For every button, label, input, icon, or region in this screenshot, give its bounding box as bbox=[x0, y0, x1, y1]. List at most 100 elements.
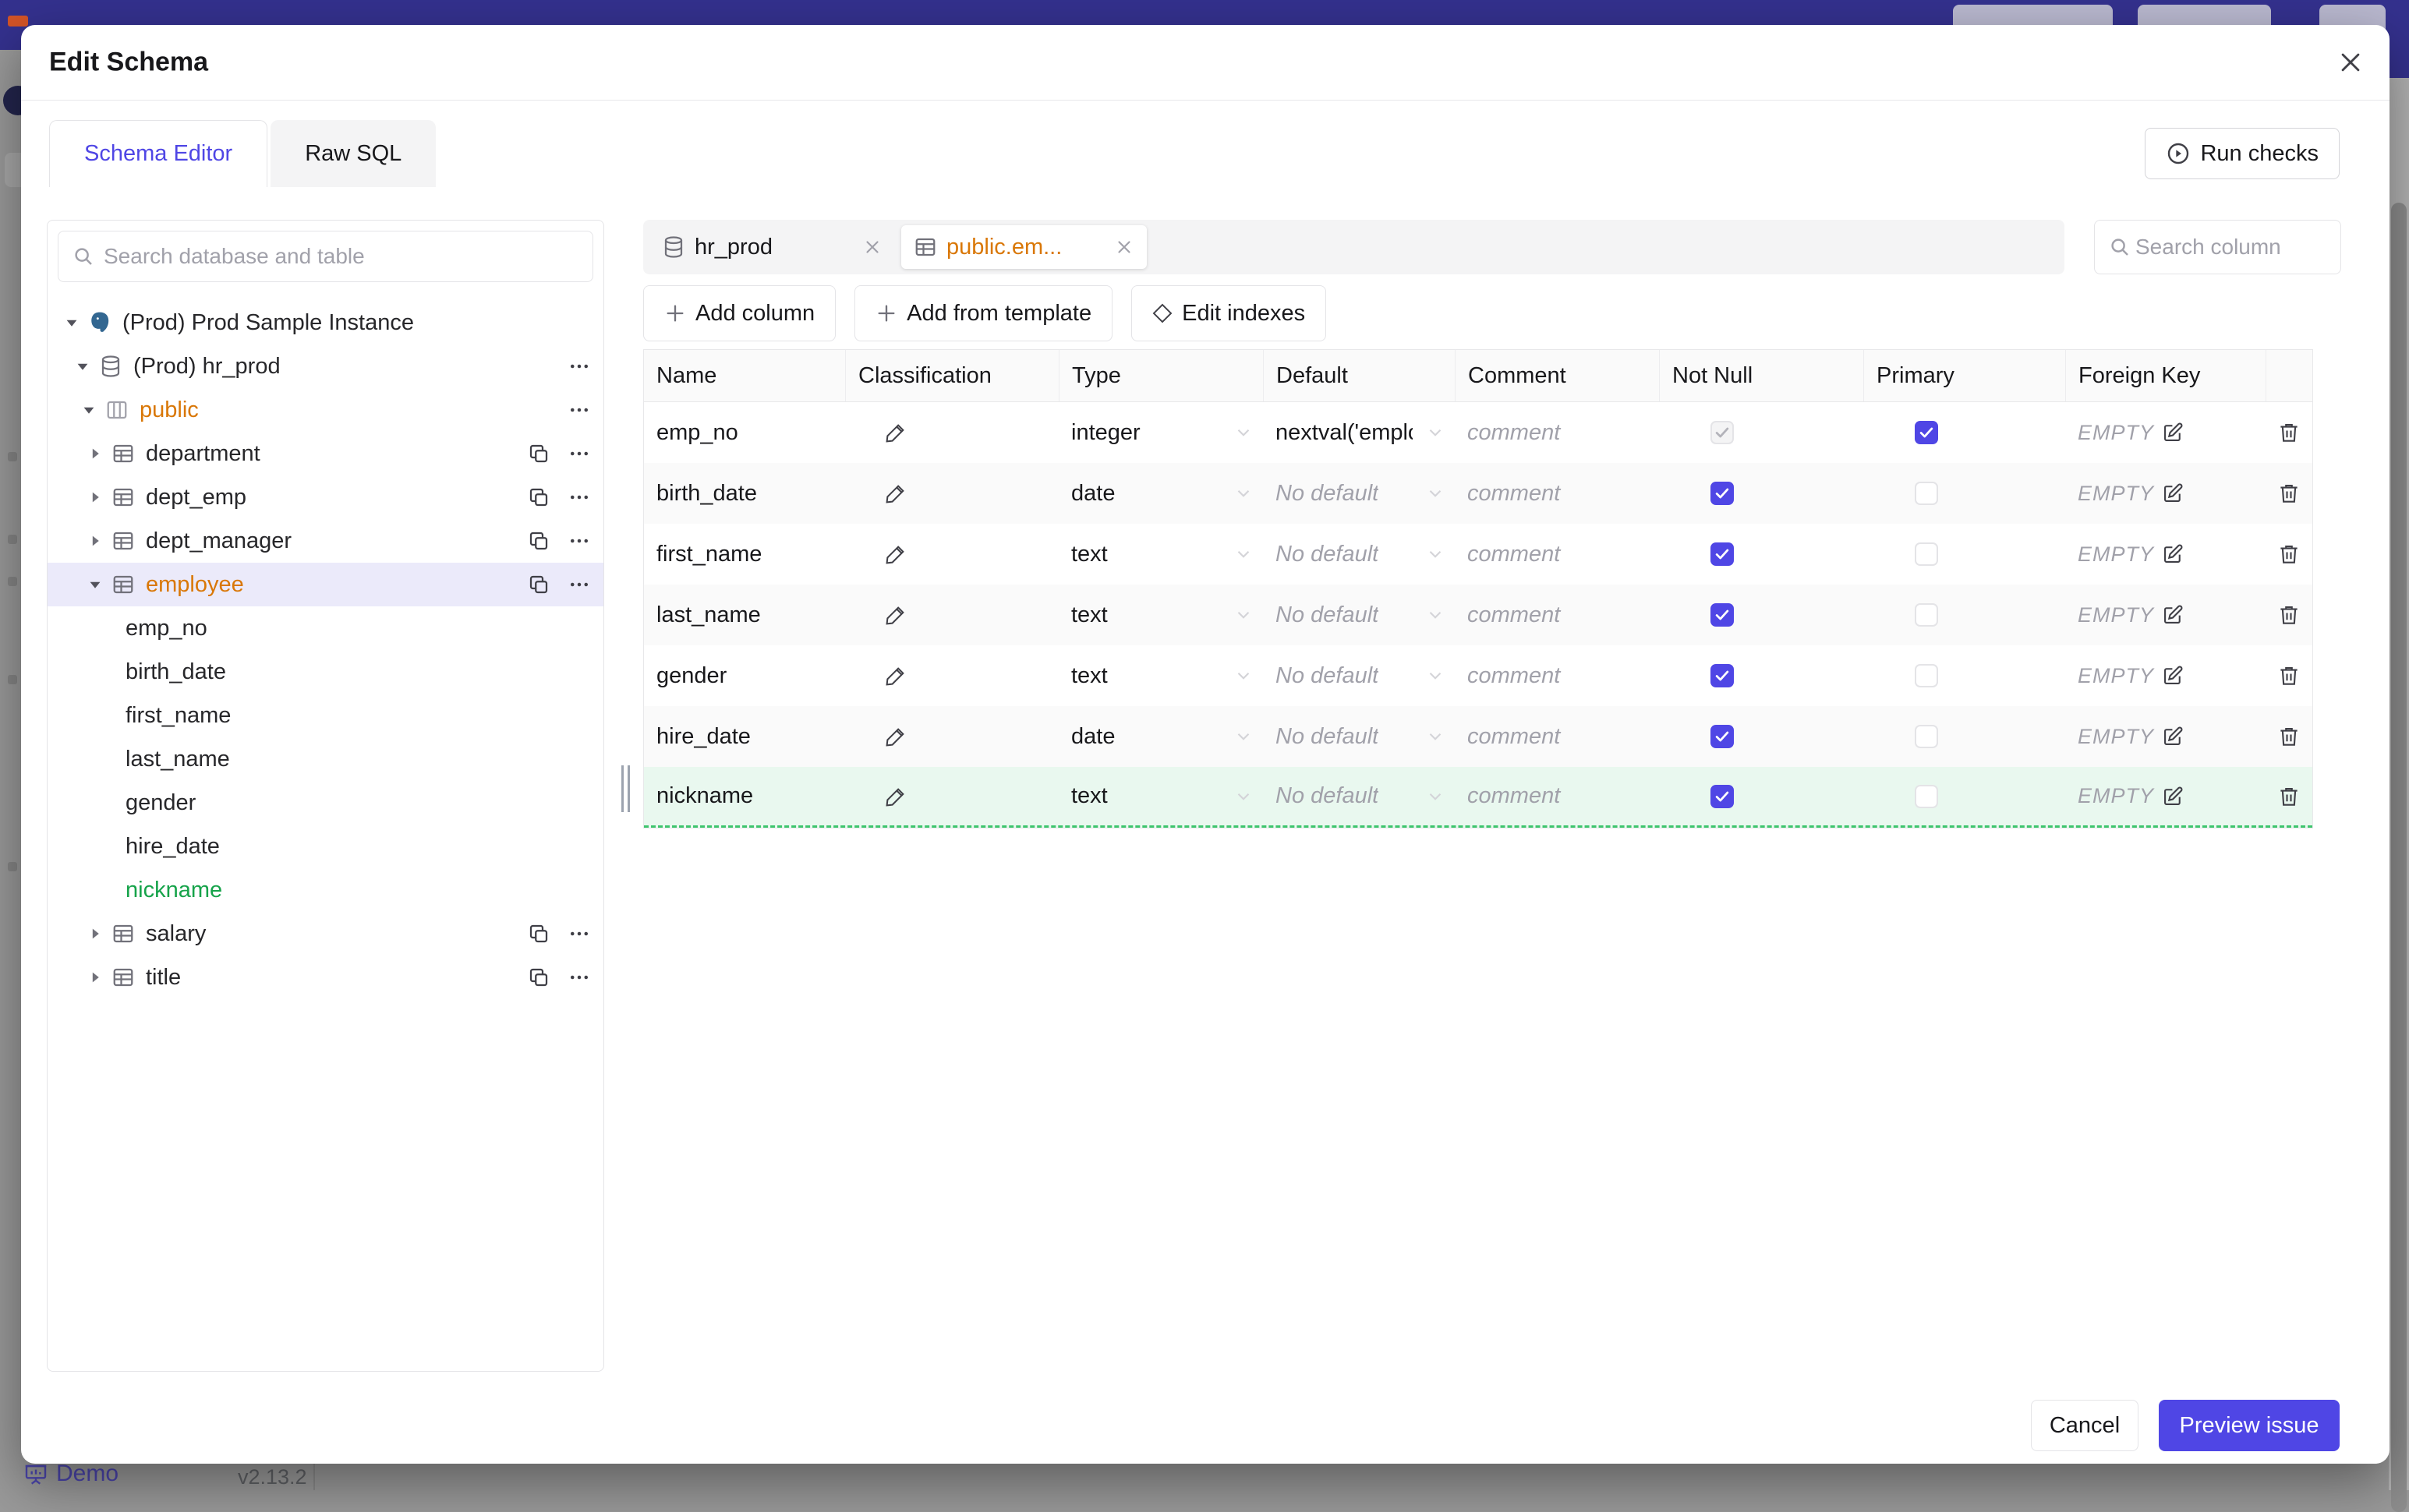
trash-icon[interactable] bbox=[2277, 664, 2301, 687]
pencil-icon[interactable] bbox=[884, 664, 907, 687]
caret-down-icon[interactable] bbox=[74, 358, 91, 375]
caret-down-icon[interactable] bbox=[80, 401, 97, 419]
more-options-icon[interactable] bbox=[568, 966, 591, 989]
more-options-icon[interactable] bbox=[568, 529, 591, 553]
chevron-down-icon[interactable] bbox=[1233, 726, 1254, 747]
tree-item-salary[interactable]: salary bbox=[48, 912, 603, 956]
tree-item-hr-prod[interactable]: (Prod) hr_prod bbox=[48, 344, 603, 388]
preview-issue-button[interactable]: Preview issue bbox=[2159, 1400, 2340, 1451]
not-null-checkbox[interactable] bbox=[1710, 725, 1734, 748]
pencil-icon[interactable] bbox=[884, 542, 907, 566]
caret-right-icon[interactable] bbox=[87, 532, 104, 549]
pencil-icon[interactable] bbox=[884, 482, 907, 505]
cell-foreign-key[interactable]: EMPTY bbox=[2065, 645, 2266, 706]
more-options-icon[interactable] bbox=[568, 922, 591, 945]
copy-icon[interactable] bbox=[527, 573, 550, 596]
cell-classification[interactable] bbox=[845, 585, 1059, 645]
cell-name[interactable]: first_name bbox=[644, 524, 845, 585]
edit-fk-icon[interactable] bbox=[2162, 422, 2184, 443]
cell-foreign-key[interactable]: EMPTY bbox=[2065, 585, 2266, 645]
chevron-down-icon[interactable] bbox=[1425, 605, 1445, 625]
chevron-down-icon[interactable] bbox=[1233, 786, 1254, 807]
cell-foreign-key[interactable]: EMPTY bbox=[2065, 767, 2266, 825]
cell-classification[interactable] bbox=[845, 706, 1059, 767]
primary-checkbox[interactable] bbox=[1915, 542, 1938, 566]
page-scrollbar-thumb[interactable] bbox=[2391, 203, 2407, 1512]
page-scrollbar[interactable] bbox=[2389, 78, 2409, 1512]
cell-name[interactable]: gender bbox=[644, 645, 845, 706]
cell-comment[interactable]: comment bbox=[1455, 402, 1659, 463]
editor-tab-hr-prod[interactable]: hr_prod bbox=[649, 225, 895, 269]
tree-item-public-schema[interactable]: public bbox=[48, 388, 603, 432]
not-null-checkbox[interactable] bbox=[1710, 421, 1734, 444]
cell-name[interactable]: birth_date bbox=[644, 463, 845, 524]
copy-icon[interactable] bbox=[527, 442, 550, 465]
cell-type[interactable]: date bbox=[1059, 706, 1263, 767]
not-null-checkbox[interactable] bbox=[1710, 784, 1734, 808]
caret-right-icon[interactable] bbox=[87, 489, 104, 506]
more-options-icon[interactable] bbox=[568, 486, 591, 509]
pencil-icon[interactable] bbox=[884, 421, 907, 444]
cell-default[interactable]: No default bbox=[1263, 706, 1455, 767]
primary-checkbox[interactable] bbox=[1915, 603, 1938, 627]
edit-fk-icon[interactable] bbox=[2162, 604, 2184, 626]
not-null-checkbox[interactable] bbox=[1710, 664, 1734, 687]
search-database-input[interactable] bbox=[58, 231, 593, 282]
cell-type[interactable]: date bbox=[1059, 463, 1263, 524]
primary-checkbox[interactable] bbox=[1915, 784, 1938, 808]
cell-comment[interactable]: comment bbox=[1455, 524, 1659, 585]
add-column-button[interactable]: Add column bbox=[643, 285, 837, 341]
chevron-down-icon[interactable] bbox=[1233, 422, 1254, 443]
pencil-icon[interactable] bbox=[884, 785, 907, 808]
chevron-down-icon[interactable] bbox=[1425, 786, 1445, 807]
chevron-down-icon[interactable] bbox=[1233, 483, 1254, 503]
close-tab-icon[interactable] bbox=[1114, 237, 1134, 257]
edit-fk-icon[interactable] bbox=[2162, 665, 2184, 687]
cell-default[interactable]: No default bbox=[1263, 524, 1455, 585]
cell-classification[interactable] bbox=[845, 402, 1059, 463]
chevron-down-icon[interactable] bbox=[1425, 726, 1445, 747]
chevron-down-icon[interactable] bbox=[1425, 422, 1445, 443]
cell-classification[interactable] bbox=[845, 463, 1059, 524]
cell-foreign-key[interactable]: EMPTY bbox=[2065, 706, 2266, 767]
cell-comment[interactable]: comment bbox=[1455, 706, 1659, 767]
tree-column-birth-date[interactable]: birth_date bbox=[48, 650, 603, 694]
tree-item-dept-emp[interactable]: dept_emp bbox=[48, 475, 603, 519]
tree-item-employee[interactable]: employee bbox=[48, 563, 603, 606]
cell-name[interactable]: emp_no bbox=[644, 402, 845, 463]
tree-column-last-name[interactable]: last_name bbox=[48, 737, 603, 781]
cell-name[interactable]: nickname bbox=[644, 767, 845, 825]
trash-icon[interactable] bbox=[2277, 603, 2301, 627]
cell-classification[interactable] bbox=[845, 767, 1059, 825]
cell-type[interactable]: integer bbox=[1059, 402, 1263, 463]
pencil-icon[interactable] bbox=[884, 725, 907, 748]
cell-type[interactable]: text bbox=[1059, 645, 1263, 706]
caret-right-icon[interactable] bbox=[87, 969, 104, 986]
more-options-icon[interactable] bbox=[568, 442, 591, 465]
tab-raw-sql[interactable]: Raw SQL bbox=[271, 120, 437, 187]
trash-icon[interactable] bbox=[2277, 785, 2301, 808]
chevron-down-icon[interactable] bbox=[1233, 544, 1254, 564]
tree-item-department[interactable]: department bbox=[48, 432, 603, 475]
copy-icon[interactable] bbox=[527, 966, 550, 989]
cell-comment[interactable]: comment bbox=[1455, 645, 1659, 706]
caret-right-icon[interactable] bbox=[87, 445, 104, 462]
primary-checkbox[interactable] bbox=[1915, 725, 1938, 748]
trash-icon[interactable] bbox=[2277, 542, 2301, 566]
copy-icon[interactable] bbox=[527, 486, 550, 509]
trash-icon[interactable] bbox=[2277, 421, 2301, 444]
tree-item-dept-manager[interactable]: dept_manager bbox=[48, 519, 603, 563]
cell-classification[interactable] bbox=[845, 524, 1059, 585]
cell-classification[interactable] bbox=[845, 645, 1059, 706]
more-options-icon[interactable] bbox=[568, 573, 591, 596]
close-icon[interactable] bbox=[2335, 47, 2366, 78]
edit-fk-icon[interactable] bbox=[2162, 786, 2184, 807]
not-null-checkbox[interactable] bbox=[1710, 603, 1734, 627]
cell-comment[interactable]: comment bbox=[1455, 767, 1659, 825]
primary-checkbox[interactable] bbox=[1915, 664, 1938, 687]
tree-column-gender[interactable]: gender bbox=[48, 781, 603, 825]
cell-comment[interactable]: comment bbox=[1455, 463, 1659, 524]
not-null-checkbox[interactable] bbox=[1710, 482, 1734, 505]
cell-type[interactable]: text bbox=[1059, 767, 1263, 825]
cancel-button[interactable]: Cancel bbox=[2031, 1400, 2138, 1451]
